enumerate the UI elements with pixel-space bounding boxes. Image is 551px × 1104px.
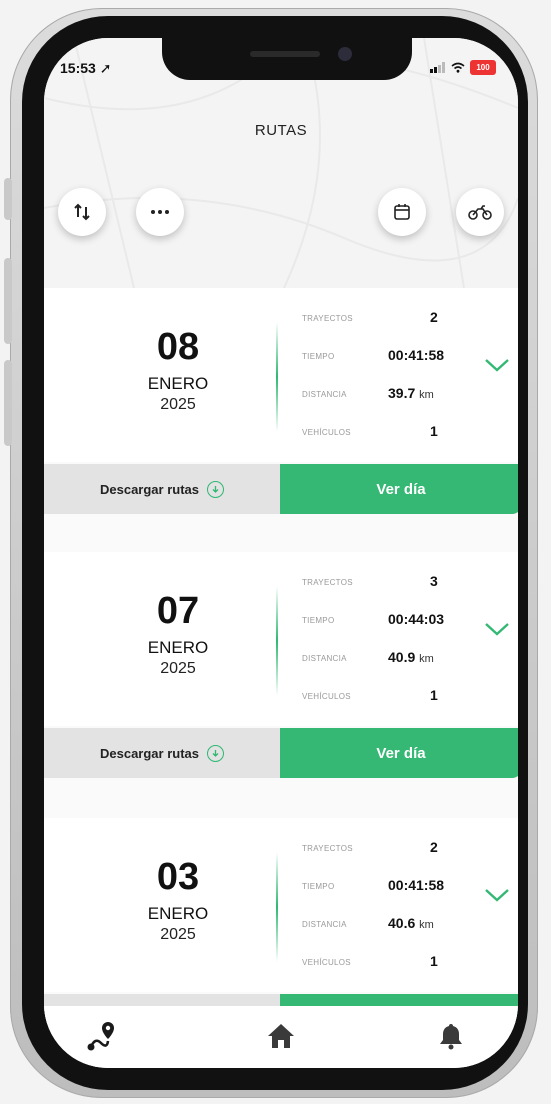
day-number: 07: [156, 590, 200, 632]
time-value: 00:41:58: [388, 347, 445, 363]
download-label: Descargar rutas: [100, 745, 199, 761]
time-label: TIEMPO: [302, 882, 335, 891]
day-summary: 08 ENERO 2025 TRAYECTOS 2 TIEMPO 00:41:5…: [44, 288, 518, 462]
vehicles-label: VEHÍCULOS: [302, 958, 351, 967]
month-label: ENERO: [147, 374, 209, 393]
distance-value: 39.7 km: [388, 385, 466, 401]
distance-unit: km: [419, 919, 434, 931]
day-summary: 03 ENERO 2025 TRAYECTOS 2 TIEMPO 00:41:5…: [44, 818, 518, 992]
page-title: RUTAS: [254, 122, 308, 139]
trips-label: TRAYECTOS: [302, 314, 353, 323]
vehicles-value: 1: [430, 687, 438, 703]
front-camera: [338, 47, 352, 61]
divider: [276, 322, 278, 432]
day-number: 08: [156, 326, 200, 368]
distance-unit: km: [419, 389, 434, 401]
signal-icon: [430, 62, 445, 73]
status-bar: 15:53 ➚ 100: [60, 60, 500, 82]
app-screen: 15:53 ➚ 100 RUTAS 08 ENERO 2025 TRAYECTO…: [44, 38, 518, 1068]
divider: [276, 586, 278, 696]
divider: [276, 852, 278, 962]
trips-value: 2: [430, 839, 438, 855]
month-label: ENERO: [147, 904, 209, 923]
status-icons: 100: [430, 60, 496, 75]
battery-icon: 100: [470, 60, 496, 75]
more-button[interactable]: [136, 188, 184, 236]
trips-value: 2: [430, 309, 438, 325]
bottom-nav: [44, 1006, 518, 1068]
day-number: 03: [156, 856, 200, 898]
swap-button[interactable]: [58, 188, 106, 236]
speaker: [250, 51, 320, 57]
chevron-down-icon[interactable]: [484, 888, 510, 902]
nav-home[interactable]: [259, 1016, 303, 1056]
nav-routes[interactable]: [80, 1016, 124, 1056]
vehicles-label: VEHÍCULOS: [302, 692, 351, 701]
trips-label: TRAYECTOS: [302, 578, 353, 587]
motorbike-icon: [468, 205, 492, 220]
distance-label: DISTANCIA: [302, 920, 347, 929]
view-day-button[interactable]: Ver día: [280, 728, 518, 778]
download-icon: [207, 480, 224, 498]
more-icon: [151, 210, 169, 214]
wifi-icon: [451, 62, 465, 73]
bell-icon: [440, 1024, 462, 1050]
vehicles-value: 1: [430, 953, 438, 969]
time-label: TIEMPO: [302, 616, 335, 625]
phone-volume-down: [4, 360, 12, 446]
calendar-button[interactable]: [378, 188, 426, 236]
time-label: TIEMPO: [302, 352, 335, 361]
year-label: 2025: [160, 926, 196, 943]
distance-number: 39.7: [388, 385, 416, 401]
chevron-down-icon[interactable]: [484, 358, 510, 372]
distance-unit: km: [419, 653, 434, 665]
chevron-down-icon[interactable]: [484, 622, 510, 636]
distance-label: DISTANCIA: [302, 654, 347, 663]
distance-number: 40.9: [388, 649, 416, 665]
download-routes-button[interactable]: Descargar rutas: [44, 728, 280, 778]
download-icon: [207, 744, 224, 762]
nav-notifications[interactable]: [429, 1016, 473, 1056]
vehicle-filter-button[interactable]: [456, 188, 504, 236]
distance-value: 40.6 km: [388, 915, 466, 931]
day-summary: 07 ENERO 2025 TRAYECTOS 3 TIEMPO 00:44:0…: [44, 552, 518, 726]
time-value: 00:41:58: [388, 877, 445, 893]
year-label: 2025: [160, 660, 196, 677]
distance-number: 40.6: [388, 915, 416, 931]
swap-icon: [74, 203, 90, 221]
distance-value: 40.9 km: [388, 649, 466, 665]
vehicles-label: VEHÍCULOS: [302, 428, 351, 437]
month-label: ENERO: [147, 638, 209, 657]
trips-label: TRAYECTOS: [302, 844, 353, 853]
phone-mute-switch: [4, 178, 12, 220]
download-label: Descargar rutas: [100, 481, 199, 497]
trips-value: 3: [430, 573, 438, 589]
phone-volume-up: [4, 258, 12, 344]
day-card: 07 ENERO 2025 TRAYECTOS 3 TIEMPO 00:44:0…: [44, 552, 518, 782]
day-card: 08 ENERO 2025 TRAYECTOS 2 TIEMPO 00:41:5…: [44, 288, 518, 518]
year-label: 2025: [160, 396, 196, 413]
view-day-button[interactable]: Ver día: [280, 464, 518, 514]
distance-label: DISTANCIA: [302, 390, 347, 399]
status-time: 15:53 ➚: [60, 60, 112, 76]
calendar-icon: [394, 204, 410, 220]
time-value: 00:44:03: [388, 611, 445, 627]
download-routes-button[interactable]: Descargar rutas: [44, 464, 280, 514]
vehicles-value: 1: [430, 423, 438, 439]
routes-icon: [87, 1022, 114, 1051]
home-icon: [268, 1024, 294, 1048]
